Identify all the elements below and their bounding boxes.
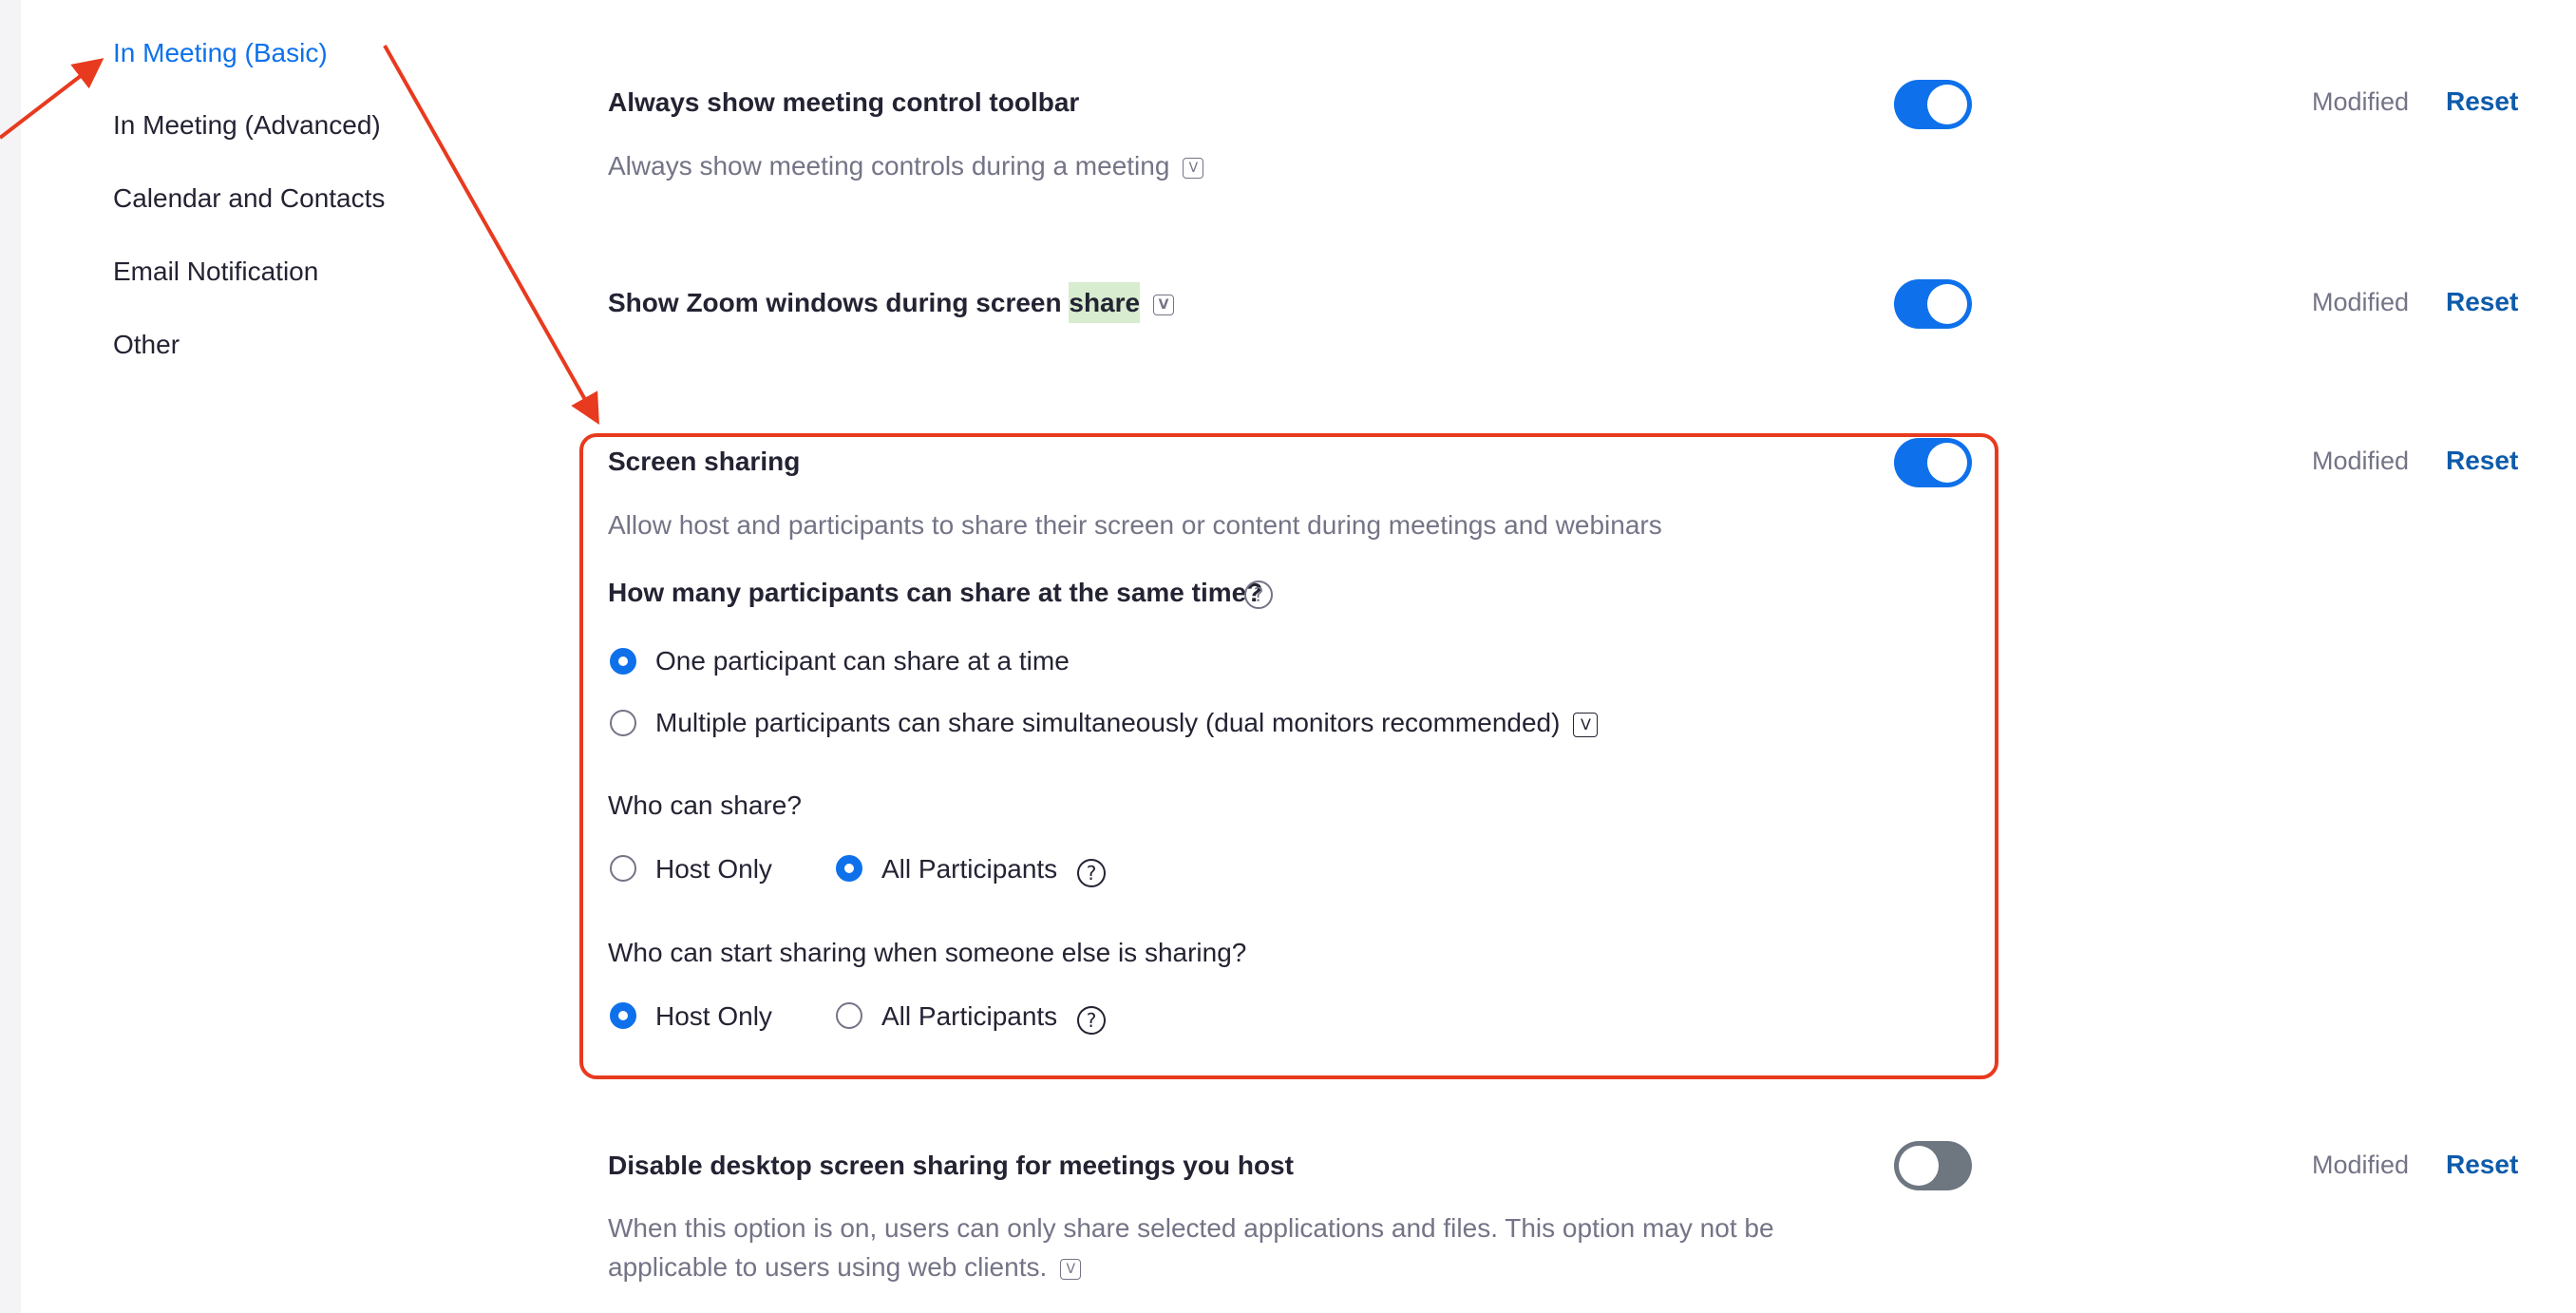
annotation-arrow-to-sidebar — [0, 58, 104, 140]
annotation-arrows — [0, 45, 599, 425]
annotation-arrow-to-screen-sharing — [383, 45, 599, 425]
